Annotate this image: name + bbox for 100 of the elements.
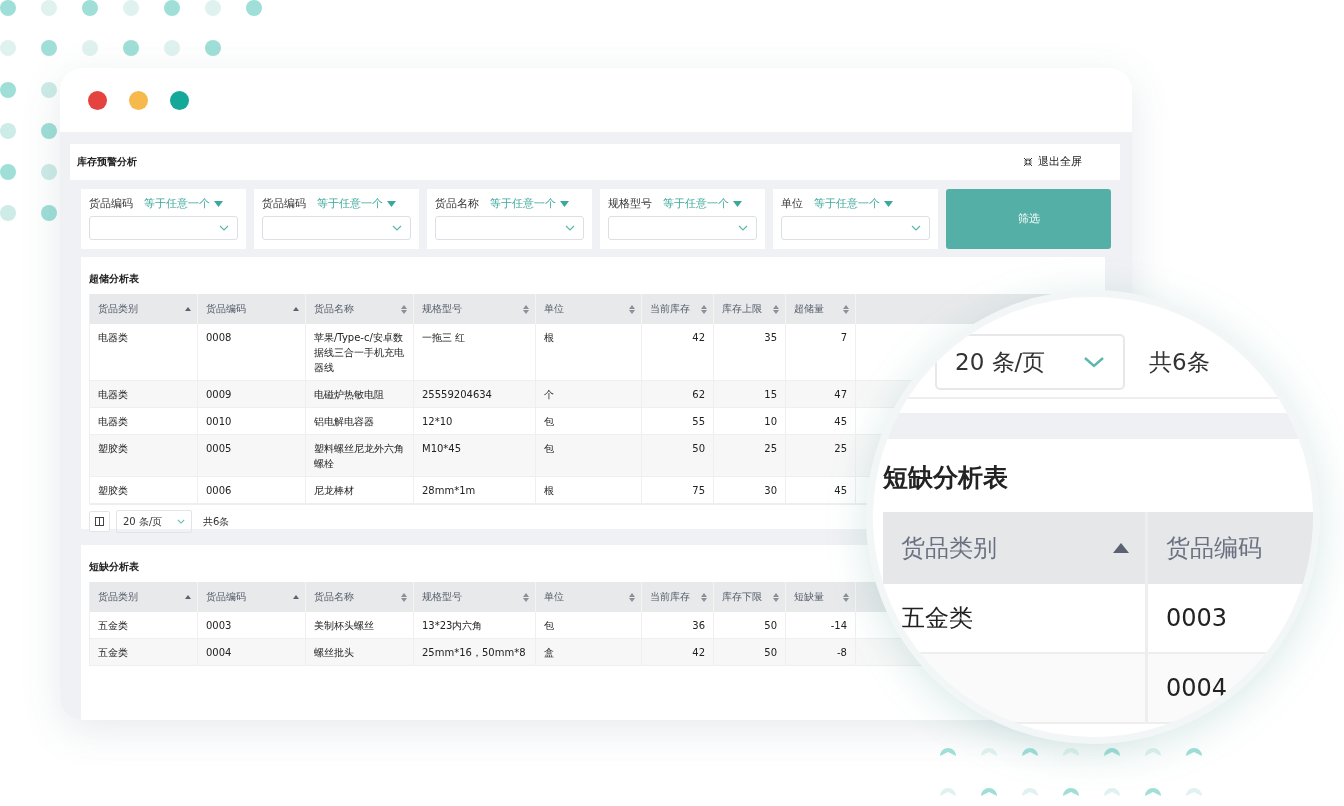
caret-icon (214, 201, 223, 207)
column-header[interactable]: 规格型号 (414, 294, 536, 324)
exit-fullscreen-button[interactable]: 退出全屏 (1023, 155, 1082, 169)
sort-icon[interactable] (629, 304, 635, 314)
table-cell: 0008 (198, 324, 306, 380)
window-control-dot[interactable] (129, 90, 148, 110)
filter-select[interactable] (435, 216, 584, 240)
column-header[interactable]: 货品名称 (306, 582, 414, 612)
column-header[interactable]: 货品类别 (883, 512, 1145, 584)
table-cell: 7 (786, 324, 856, 380)
sort-up-icon[interactable] (1113, 543, 1129, 553)
table-cell: 五金类 (883, 584, 1145, 654)
sort-icon[interactable] (773, 592, 779, 602)
table-cell: 42 (642, 324, 714, 380)
operator-dropdown[interactable]: 等于任意一个 (490, 197, 569, 211)
sort-icon[interactable] (629, 592, 635, 602)
column-label: 库存下限 (722, 590, 762, 604)
column-header[interactable]: 单位 (536, 294, 642, 324)
sort-up-icon[interactable] (185, 595, 191, 599)
table-cell: 30 (714, 477, 786, 503)
sort-up-icon[interactable] (293, 307, 299, 311)
column-header[interactable]: 当前库存 (642, 582, 714, 612)
table-cell: 塑胶类 (90, 477, 198, 503)
column-header[interactable]: 货品类别 (90, 582, 198, 612)
sort-icon[interactable] (701, 304, 707, 314)
operator-dropdown[interactable]: 等于任意一个 (144, 197, 223, 211)
sort-icon[interactable] (401, 592, 407, 602)
column-header[interactable]: 货品编码 (1148, 512, 1313, 584)
table-cell: 35 (714, 324, 786, 380)
column-label: 规格型号 (422, 590, 462, 604)
table-cell: 50 (714, 612, 786, 638)
table-cell: 10 (714, 408, 786, 434)
table-cell: 50 (714, 639, 786, 665)
window-control-dot[interactable] (170, 90, 189, 110)
filter-select[interactable] (89, 216, 238, 240)
table-cell: 电器类 (90, 408, 198, 434)
table-cell: 电磁炉热敏电阻 (306, 381, 414, 407)
column-label: 货品类别 (98, 590, 138, 604)
column-header[interactable]: 超储量 (786, 294, 856, 324)
column-header[interactable]: 短缺量 (786, 582, 856, 612)
table-cell: 塑胶类 (90, 435, 198, 476)
column-label: 短缺量 (794, 590, 824, 604)
sort-icon[interactable] (523, 592, 529, 602)
total-count: 共6条 (1149, 347, 1210, 377)
chevron-icon (392, 225, 402, 231)
column-header[interactable]: 货品编码 (198, 294, 306, 324)
column-header[interactable]: 库存上限 (714, 294, 786, 324)
sort-icon[interactable] (843, 304, 849, 314)
filter-select[interactable] (608, 216, 757, 240)
column-header[interactable]: 单位 (536, 582, 642, 612)
table-cell: 包 (536, 408, 642, 434)
table-title: 短缺分析表 (883, 463, 1008, 492)
table-cell: 0004 (198, 639, 306, 665)
table-cell: 0006 (198, 477, 306, 503)
page-size-select[interactable]: 20 条/页 (935, 334, 1125, 390)
table-cell: 25559204634 (414, 381, 536, 407)
operator-dropdown[interactable]: 等于任意一个 (663, 197, 742, 211)
operator-dropdown[interactable]: 等于任意一个 (317, 197, 396, 211)
table-cell: 36 (642, 612, 714, 638)
column-label: 当前库存 (650, 590, 690, 604)
operator-dropdown[interactable]: 等于任意一个 (814, 197, 893, 211)
column-header[interactable]: 当前库存 (642, 294, 714, 324)
sort-icon[interactable] (401, 304, 407, 314)
filter-select[interactable] (262, 216, 411, 240)
sort-up-icon[interactable] (185, 307, 191, 311)
table-cell: 包 (536, 612, 642, 638)
sort-icon[interactable] (843, 592, 849, 602)
sort-icon[interactable] (523, 304, 529, 314)
window-control-dot[interactable] (88, 90, 107, 110)
caret-icon (560, 201, 569, 207)
column-settings-button[interactable] (89, 511, 110, 532)
filter-select[interactable] (781, 216, 930, 240)
column-label: 货品编码 (206, 302, 246, 316)
table-cell: 25 (714, 435, 786, 476)
table-cell: 15 (714, 381, 786, 407)
caret-icon (387, 201, 396, 207)
table-cell: 28mm*1m (414, 477, 536, 503)
column-label: 货品类别 (901, 533, 997, 564)
table-cell: 苹果/Type-c/安卓数据线三合一手机充电器线 (306, 324, 414, 380)
chevron-icon (911, 225, 921, 231)
columns-icon (95, 517, 104, 526)
table-cell: 尼龙棒材 (306, 477, 414, 503)
column-header[interactable]: 库存下限 (714, 582, 786, 612)
column-header[interactable]: 规格型号 (414, 582, 536, 612)
table-cell: 45 (786, 408, 856, 434)
table-cell: 五金类 (90, 612, 198, 638)
table-cell: 45 (786, 477, 856, 503)
table-cell: 42 (642, 639, 714, 665)
sort-up-icon[interactable] (293, 595, 299, 599)
page-title: 库存预警分析 (77, 155, 137, 169)
page-size-select[interactable]: 20 条/页 (116, 510, 192, 533)
column-label: 当前库存 (650, 302, 690, 316)
column-header[interactable]: 货品编码 (198, 582, 306, 612)
table-cell: 0003 (198, 612, 306, 638)
column-header[interactable]: 货品名称 (306, 294, 414, 324)
table-cell: 根 (536, 477, 642, 503)
sort-icon[interactable] (773, 304, 779, 314)
column-header[interactable]: 货品类别 (90, 294, 198, 324)
filter-label: 货品名称 (435, 197, 479, 211)
sort-icon[interactable] (701, 592, 707, 602)
